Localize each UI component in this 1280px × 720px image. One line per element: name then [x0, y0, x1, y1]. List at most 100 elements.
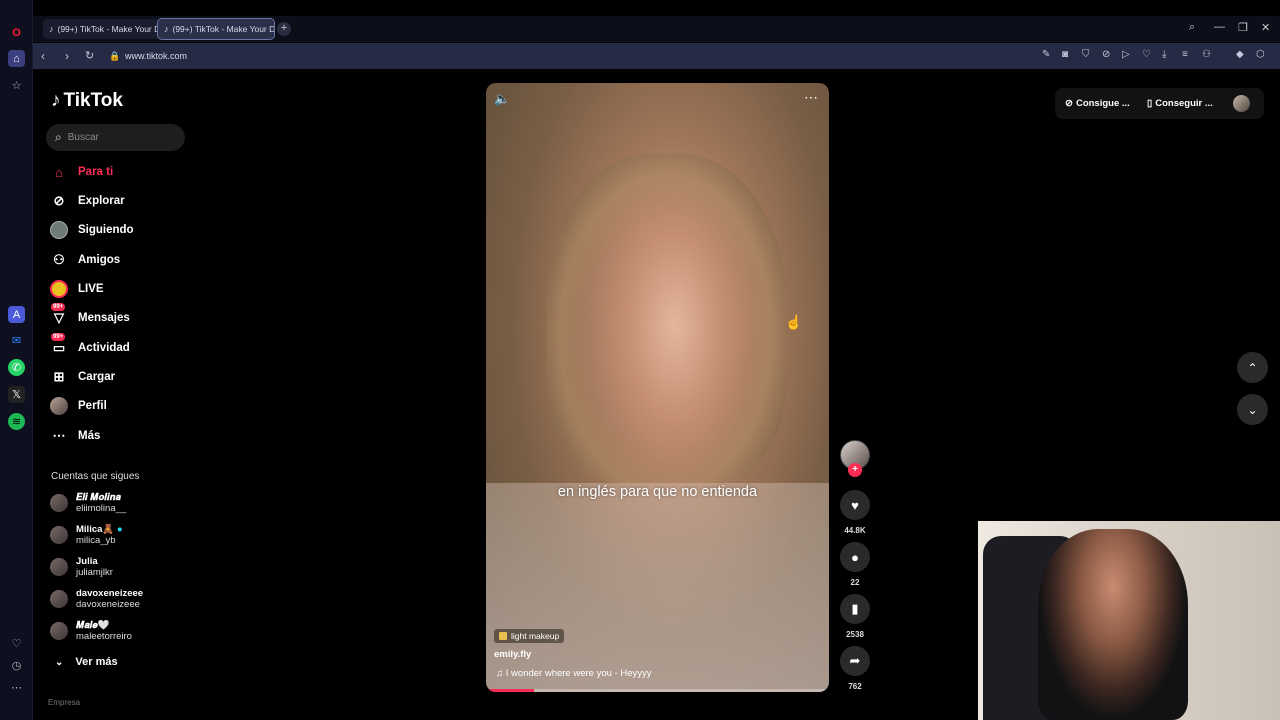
next-video-button[interactable]: ⌄	[1237, 394, 1268, 425]
following-avatar-icon	[49, 220, 69, 240]
following-item[interactable]: Julia juliamjlkr	[50, 556, 113, 578]
edit-icon[interactable]: ✎	[1042, 49, 1050, 60]
close-window-button[interactable]: ✕	[1261, 21, 1270, 34]
x-twitter-icon[interactable]: 𝕏	[8, 386, 25, 403]
download-icon[interactable]: ⤓	[1162, 49, 1166, 60]
comment-button[interactable]: ●	[840, 542, 870, 572]
forward-icon[interactable]: ›	[65, 49, 69, 63]
bookmark-icon[interactable]: ☆	[8, 77, 25, 94]
tiktok-logo[interactable]: ♪ TikTok	[51, 90, 123, 112]
following-name: Milica🧸 ●	[76, 524, 123, 535]
heart-icon[interactable]: ♡	[8, 635, 25, 652]
see-more-button[interactable]: ⌄ Ver más	[55, 656, 118, 668]
music-note-icon: ♫	[496, 668, 504, 679]
box-icon[interactable]: ⬡	[1256, 49, 1265, 60]
like-count: 44.8K	[844, 526, 866, 535]
following-item[interactable]: 𝑴𝒂𝒍𝒆🤍 maleetorreiro	[50, 620, 132, 642]
effect-tag[interactable]: light makeup	[494, 629, 565, 643]
music-link[interactable]: ♫ I wonder where were you - Heyyyy	[496, 668, 652, 679]
follow-plus-button[interactable]: +	[848, 463, 862, 477]
nav-item-live[interactable]: LIVE	[49, 279, 104, 299]
video-username[interactable]: emily.fly	[494, 649, 531, 660]
favorites-icon[interactable]: ♡	[1142, 49, 1151, 60]
camera-icon[interactable]: ◙	[1062, 49, 1068, 60]
following-item[interactable]: Milica🧸 ● milica_yb	[50, 524, 123, 546]
get-coins-button[interactable]: ⊘ Consigue ...	[1065, 98, 1130, 109]
back-icon[interactable]: ‹	[41, 49, 45, 63]
following-section-title: Cuentas que sigues	[51, 471, 140, 482]
share-icon: ➦	[849, 653, 861, 668]
nav-item-explorar[interactable]: ⊘ Explorar	[49, 191, 125, 211]
like-button[interactable]: ♥	[840, 490, 870, 520]
shield-icon[interactable]: ⛉	[1082, 49, 1090, 60]
lock-icon: 🔒	[109, 51, 121, 61]
comment-icon: ●	[851, 549, 859, 565]
maximize-button[interactable]: ❐	[1238, 21, 1248, 34]
nav-item-amigos[interactable]: ⚇ Amigos	[49, 250, 120, 270]
nav-item-perfil[interactable]: Perfil	[49, 396, 107, 416]
phone-icon: ▯	[1147, 98, 1153, 109]
footer-link[interactable]: Empresa	[48, 698, 80, 707]
following-item[interactable]: 𝑬𝒍𝒊 𝑴𝒐𝒍𝒊𝒏𝒂 eliimolina__	[50, 492, 126, 514]
nav-item-mensajes[interactable]: ▽ 99+ Mensajes	[49, 303, 130, 328]
music-label: I wonder where were you - Heyyyy	[505, 668, 652, 679]
extension-icon[interactable]: ◆	[1236, 49, 1244, 60]
nav-item-mas[interactable]: ⋯ Más	[49, 426, 101, 446]
share-button[interactable]: ➦	[840, 646, 870, 676]
play-icon[interactable]: ▷	[1122, 49, 1130, 60]
nav-item-actividad[interactable]: ▭ 99+ Actividad	[49, 333, 130, 358]
nav-label: Amigos	[78, 254, 121, 266]
spotify-icon[interactable]: ≋	[8, 413, 25, 430]
following-item[interactable]: davoxeneizeee davoxeneizeee	[50, 588, 143, 610]
minimize-button[interactable]: —	[1214, 21, 1225, 33]
save-button[interactable]: ▮	[840, 594, 870, 624]
previous-video-button[interactable]: ⌃	[1237, 352, 1268, 383]
logo-text: TikTok	[63, 90, 123, 111]
search-icon: ⌕	[55, 130, 62, 144]
nav-item-para-ti[interactable]: ⌂ Para ti	[49, 162, 113, 182]
compass-icon: ⊘	[53, 193, 65, 208]
user-avatar[interactable]	[1233, 95, 1250, 112]
aria-icon[interactable]: A	[8, 306, 25, 323]
search-tabs-icon[interactable]: ⌕	[1189, 21, 1195, 34]
chevron-down-icon: ⌄	[55, 656, 64, 668]
heart-icon: ♥	[851, 497, 859, 513]
profile-avatar-icon	[49, 396, 69, 416]
hand-cursor-icon: ☝	[785, 314, 803, 330]
messages-icon: ▽ 99+	[51, 303, 66, 325]
messenger-icon[interactable]: ✉	[8, 332, 25, 349]
tiktok-favicon-icon: ♪	[49, 24, 54, 34]
volume-icon[interactable]: 🔈	[494, 91, 510, 107]
tab-label: (99+) TikTok - Make Your Day	[172, 24, 275, 34]
vpn-icon[interactable]: ⊘	[1102, 49, 1110, 60]
video-more-icon[interactable]: ⋯	[804, 89, 819, 106]
avatar	[50, 590, 68, 608]
nav-item-cargar[interactable]: ⊞ Cargar	[49, 367, 116, 387]
account-icon[interactable]: ⚇	[1202, 49, 1211, 60]
address-bar: ‹ › ↻ 🔒 www.tiktok.com ✎ ◙ ⛉ ⊘ ▷ ♡ ⤓ ≡ ⚇…	[33, 43, 1280, 69]
tab-2[interactable]: ♪ (99+) TikTok - Make Your Day	[157, 18, 275, 40]
comment-count: 22	[850, 578, 860, 587]
tab-1[interactable]: ♪ (99+) TikTok - Make Your Day	[43, 19, 159, 39]
url-field[interactable]: www.tiktok.com	[125, 51, 187, 61]
reload-icon[interactable]: ↻	[85, 49, 94, 62]
more-icon[interactable]: ⋯	[8, 679, 25, 696]
search-input[interactable]: ⌕ Buscar	[46, 124, 185, 151]
video-progress-bar[interactable]	[486, 689, 829, 692]
video-player[interactable]: 🔈 ⋯ en inglés para que no entienda light…	[486, 83, 829, 692]
avatar	[50, 558, 68, 576]
following-name: 𝑬𝒍𝒊 𝑴𝒐𝒍𝒊𝒏𝒂	[76, 492, 121, 503]
home-speeddial-icon[interactable]: ⌂	[8, 50, 25, 67]
nav-item-siguiendo[interactable]: Siguiendo	[49, 220, 134, 240]
webcam-person	[1038, 529, 1188, 720]
home-icon: ⌂	[55, 164, 63, 180]
nav-label: Siguiendo	[78, 224, 134, 236]
history-icon[interactable]: ◷	[8, 657, 25, 674]
new-tab-button[interactable]: +	[277, 22, 291, 36]
effect-label: light makeup	[511, 631, 560, 641]
opera-logo-icon[interactable]: O	[8, 24, 25, 41]
whatsapp-icon[interactable]: ✆	[8, 359, 25, 376]
following-name: davoxeneizeee	[76, 588, 144, 599]
get-app-button[interactable]: ▯ Conseguir ...	[1147, 98, 1213, 109]
menu-icon[interactable]: ≡	[1182, 49, 1188, 60]
